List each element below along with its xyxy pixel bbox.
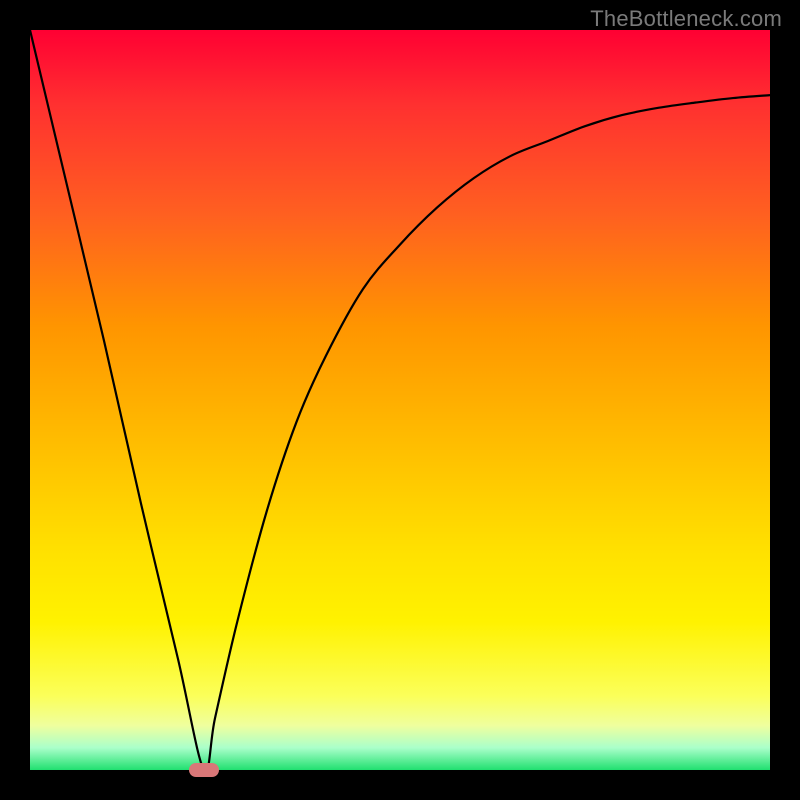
attribution-label: TheBottleneck.com <box>590 6 782 32</box>
curve-path <box>30 30 770 770</box>
plot-area <box>30 30 770 770</box>
optimal-point-marker <box>189 763 219 777</box>
chart-frame: TheBottleneck.com <box>0 0 800 800</box>
bottleneck-curve <box>30 30 770 770</box>
